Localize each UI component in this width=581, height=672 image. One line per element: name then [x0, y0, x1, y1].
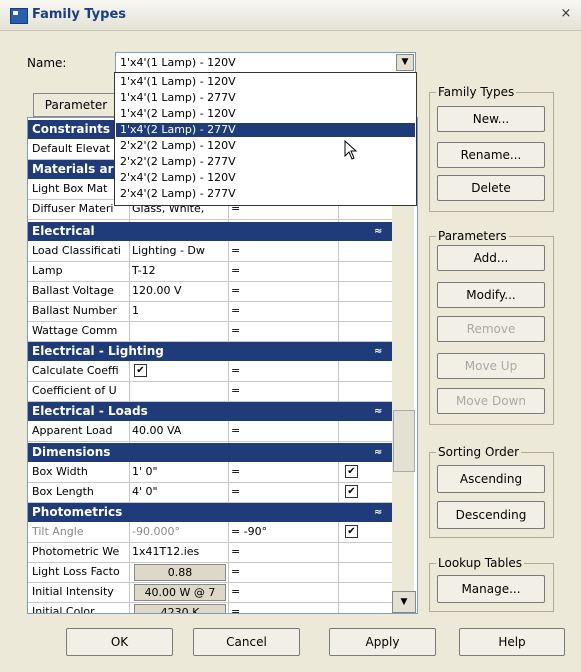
mouse-cursor-icon [344, 140, 358, 160]
name-label: Name: [27, 56, 67, 70]
app-icon [10, 8, 28, 24]
modify-parameter-button[interactable]: Modify... [437, 282, 545, 308]
sorting-order-label: Sorting Order [436, 445, 522, 459]
move-up-button[interactable]: Move Up [437, 353, 545, 379]
checkbox[interactable]: ✔ [134, 364, 147, 377]
manage-lookup-button[interactable]: Manage... [437, 575, 545, 603]
cancel-button[interactable]: Cancel [193, 628, 300, 656]
checkbox[interactable]: ✔ [345, 485, 358, 498]
dropdown-option-selected[interactable]: 1'x4'(2 Lamp) - 277V [116, 123, 415, 137]
collapse-icon: ≈ [374, 346, 383, 357]
rename-type-button[interactable]: Rename... [437, 142, 545, 168]
ascending-button[interactable]: Ascending [437, 465, 545, 493]
close-button[interactable]: × [558, 6, 574, 22]
delete-type-button[interactable]: Delete [437, 175, 545, 201]
add-parameter-button[interactable]: Add... [437, 245, 545, 271]
collapse-icon: ≈ [374, 226, 383, 237]
section-electrical-lighting[interactable]: Electrical - Lighting ≈ [28, 342, 392, 361]
collapse-icon: ≈ [374, 406, 383, 417]
table-row[interactable]: Wattage Comm = [28, 321, 392, 342]
table-row[interactable]: Load Classificati Lighting - Dw = [28, 241, 392, 262]
dropdown-option[interactable]: 2'x4'(2 Lamp) - 277V [116, 187, 415, 201]
window-title: Family Types [32, 7, 127, 22]
ok-button[interactable]: OK [66, 628, 173, 656]
table-row[interactable]: Calculate Coeffi ✔ = [28, 361, 392, 382]
name-dropdown-list[interactable]: 1'x4'(1 Lamp) - 120V 1'x4'(1 Lamp) - 277… [114, 72, 417, 206]
combo-arrow-icon[interactable]: ▼ [396, 54, 414, 71]
name-combo-value: 1'x4'(1 Lamp) - 120V [120, 56, 236, 69]
table-row[interactable]: Tilt Angle -90.000° = -90° ✔ [28, 522, 392, 543]
section-electrical-loads[interactable]: Electrical - Loads ≈ [28, 402, 392, 421]
table-row[interactable]: Lamp T-12 = [28, 261, 392, 282]
new-type-button[interactable]: New... [437, 106, 545, 132]
move-down-button[interactable]: Move Down [437, 388, 545, 414]
collapse-icon: ≈ [374, 447, 383, 458]
dropdown-option[interactable]: 2'x2'(2 Lamp) - 277V [116, 155, 415, 169]
table-row[interactable]: Box Length 4' 0" = ✔ [28, 482, 392, 503]
scroll-down-icon[interactable]: ▼ [392, 591, 416, 613]
dropdown-option[interactable]: 2'x4'(2 Lamp) - 120V [116, 171, 415, 185]
dropdown-option[interactable]: 1'x4'(1 Lamp) - 120V [116, 75, 415, 89]
collapse-icon: ≈ [374, 507, 383, 518]
remove-parameter-button[interactable]: Remove [437, 316, 545, 342]
section-electrical[interactable]: Electrical ≈ [28, 222, 392, 241]
dropdown-option[interactable]: 2'x2'(2 Lamp) - 120V [116, 139, 415, 153]
descending-button[interactable]: Descending [437, 501, 545, 529]
apply-button[interactable]: Apply [329, 628, 436, 656]
table-row[interactable]: Light Loss Facto 0.88 = [28, 562, 392, 583]
parameters-label: Parameters [436, 229, 509, 243]
lookup-tables-label: Lookup Tables [436, 556, 525, 570]
table-row[interactable]: Ballast Number 1 = [28, 301, 392, 322]
parameter-column-header[interactable]: Parameter [33, 93, 119, 117]
table-row[interactable]: Photometric We 1x41T12.ies = [28, 542, 392, 563]
table-row[interactable]: Initial Color 4230 K = [28, 602, 392, 613]
table-row[interactable]: Ballast Voltage 120.00 V = [28, 281, 392, 302]
table-row[interactable]: Coefficient of U = [28, 381, 392, 402]
family-types-label: Family Types [436, 85, 517, 99]
table-row[interactable]: Box Width 1' 0" = ✔ [28, 462, 392, 483]
checkbox[interactable]: ✔ [345, 465, 358, 478]
help-button[interactable]: Help [459, 628, 565, 656]
checkbox[interactable]: ✔ [345, 525, 358, 538]
table-row[interactable]: Apparent Load 40.00 VA = [28, 421, 392, 442]
scrollbar-thumb[interactable] [393, 410, 415, 472]
section-photometrics[interactable]: Photometrics ≈ [28, 503, 392, 522]
section-dimensions[interactable]: Dimensions ≈ [28, 443, 392, 462]
dropdown-option[interactable]: 1'x4'(1 Lamp) - 277V [116, 91, 415, 105]
dropdown-option[interactable]: 1'x4'(2 Lamp) - 120V [116, 107, 415, 121]
table-row[interactable]: Initial Intensity 40.00 W @ 7 = [28, 582, 392, 603]
